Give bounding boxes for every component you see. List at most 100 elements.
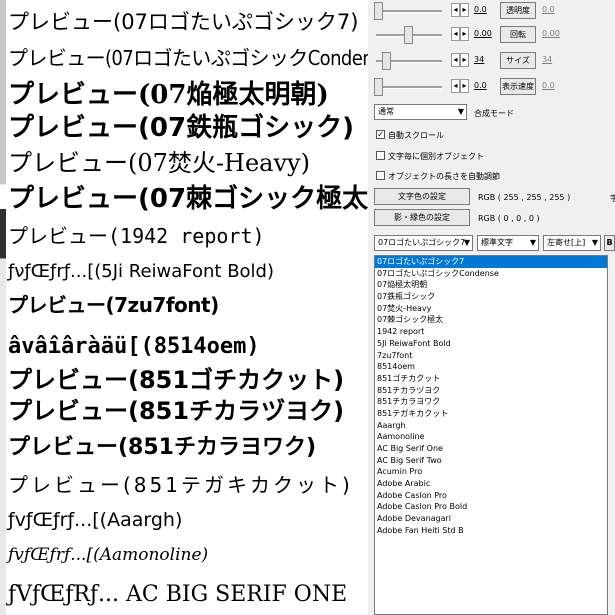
slider-track[interactable]	[376, 10, 442, 13]
font-list-item[interactable]: Adobe Caslon Pro	[375, 490, 607, 502]
arrow-left-icon[interactable]: ◂	[451, 79, 460, 93]
text-settings-panel: ◂ ▸ 0.0 透明度 0.0 ◂ ▸ 0.00 回転 0.00 ◂ ▸ 34 サイズ…	[368, 0, 615, 615]
preview-item[interactable]: プレビュー(07ロゴたいぷゴシックCondense)	[8, 48, 368, 68]
slider-right-value: 0.00	[542, 29, 560, 38]
per-char-object-label: 文字毎に個別オブジェクト	[388, 152, 484, 161]
font-list-item[interactable]: 07鉄瓶ゴシック	[375, 291, 607, 303]
font-select-value: 07ロゴたいぷゴシック7	[378, 238, 466, 247]
arrow-left-icon[interactable]: ◂	[451, 53, 460, 67]
preview-item[interactable]: プレビュー(1942 report)	[8, 226, 265, 246]
shadow-color-value: RGB ( 0 , 0 , 0 )	[478, 214, 540, 223]
auto-scroll-checkbox[interactable]: ✓	[376, 130, 385, 139]
font-list-item[interactable]: 8514oem	[375, 361, 607, 373]
slider-track[interactable]	[376, 86, 442, 89]
font-list-item[interactable]: 07焔極太明朝	[375, 279, 607, 291]
slider-row-size: ◂ ▸ 34 サイズ 34	[368, 50, 615, 72]
slider-stepper[interactable]: ◂ ▸	[451, 3, 469, 17]
font-dropdown-list[interactable]: 07ロゴたいぷゴシック7 07ロゴたいぷゴシックCondense 07焔極太明朝 07…	[374, 255, 608, 615]
slider-right-value: 0.0	[542, 81, 555, 90]
slider-row-speed: ◂ ▸ 0.0 表示速度 0.0	[368, 76, 615, 98]
preview-item[interactable]: プレビュー(851テガキカクット)	[8, 475, 353, 495]
font-list-item[interactable]: 851ゴチカクット	[375, 373, 607, 385]
arrow-right-icon[interactable]: ▸	[460, 3, 469, 17]
text-color-value: RGB ( 255 , 255 , 255 )	[478, 193, 571, 202]
font-list-item[interactable]: Adobe Fan Heiti Std B	[375, 525, 607, 537]
preview-item[interactable]: プレビュー(07焔極太明朝)	[8, 82, 329, 108]
preview-item[interactable]: プレビュー(07棘ゴシック極太)	[8, 186, 368, 212]
slider-row-rotation: ◂ ▸ 0.00 回転 0.00	[368, 24, 615, 46]
slider-value[interactable]: 0.00	[474, 29, 492, 38]
rotation-button[interactable]: 回転	[500, 26, 536, 43]
slider-stepper[interactable]: ◂ ▸	[451, 53, 469, 67]
font-list-item[interactable]: Aaargh	[375, 420, 607, 432]
slider-stepper[interactable]: ◂ ▸	[451, 79, 469, 93]
font-list-item[interactable]: AC Big Serif One	[375, 443, 607, 455]
font-list-item[interactable]: Adobe Caslon Pro Bold	[375, 501, 607, 513]
preview-item[interactable]: ƒvƒŒƒrƒ...[(Aaargh)	[8, 511, 182, 530]
opacity-button[interactable]: 透明度	[500, 2, 536, 19]
preview-item[interactable]: プレビュー(851チカラヨワク)	[8, 437, 316, 459]
font-list-item[interactable]: 1942 report	[375, 326, 607, 338]
font-list-item[interactable]: Acumin Pro	[375, 466, 607, 478]
font-list-item[interactable]: 07焚火-Heavy	[375, 303, 607, 315]
slider-thumb[interactable]	[404, 26, 413, 44]
font-select[interactable]: 07ロゴたいぷゴシック7 ▼	[374, 235, 473, 251]
font-list-item[interactable]: 851チカラヅヨク	[375, 385, 607, 397]
slider-value[interactable]: 34	[474, 55, 484, 64]
preview-item[interactable]: プレビュー(07焚火-Heavy)	[8, 151, 310, 175]
text-style-value: 標準文字	[481, 238, 513, 247]
preview-item[interactable]: ƒvƒŒƒrƒ...[(Aamonoline)	[8, 547, 208, 564]
font-list-item[interactable]: 851チカラヨワク	[375, 396, 607, 408]
font-list-item[interactable]: 5Ji ReiwaFont Bold	[375, 338, 607, 350]
text-color-button[interactable]: 文字色の設定	[374, 188, 470, 205]
arrow-left-icon[interactable]: ◂	[451, 3, 460, 17]
blend-mode-value: 通常	[378, 107, 394, 116]
arrow-right-icon[interactable]: ▸	[460, 27, 469, 41]
font-list-item[interactable]: AC Big Serif Two	[375, 455, 607, 467]
align-select[interactable]: 左寄せ[上] ▼	[543, 235, 601, 251]
arrow-right-icon[interactable]: ▸	[460, 79, 469, 93]
display-speed-button[interactable]: 表示速度	[500, 78, 536, 95]
shadow-color-button[interactable]: 影・縁色の設定	[374, 209, 470, 226]
slider-stepper[interactable]: ◂ ▸	[451, 27, 469, 41]
slider-thumb[interactable]	[374, 78, 383, 96]
slider-value[interactable]: 0.0	[474, 81, 487, 90]
font-list-item[interactable]: Adobe Devanagari	[375, 513, 607, 525]
font-list-item[interactable]: 07ロゴたいぷゴシック7	[375, 256, 607, 268]
blend-mode-label: 合成モード	[474, 109, 514, 118]
font-list-item[interactable]: 851テガキカクット	[375, 408, 607, 420]
chevron-down-icon: ▼	[591, 238, 598, 247]
blend-mode-select[interactable]: 通常 ▼	[374, 104, 467, 120]
preview-item[interactable]: プレビュー(851チカラヅヨク)	[8, 399, 344, 423]
bold-toggle-button[interactable]: B	[604, 235, 615, 251]
font-preview-popup: プレビュー(07ロゴたいぷゴシック7) プレビュー(07ロゴたいぷゴシックCon…	[6, 0, 368, 615]
auto-length-label: オブジェクトの長さを自動調節	[388, 172, 500, 181]
preview-item[interactable]: プレビュー(851ゴチカクット)	[8, 368, 344, 392]
slider-right-value: 0.0	[542, 5, 555, 14]
slider-thumb[interactable]	[374, 2, 383, 20]
text-style-select[interactable]: 標準文字 ▼	[477, 235, 539, 251]
chevron-down-icon: ▼	[457, 107, 464, 116]
font-list-item[interactable]: 07ロゴたいぷゴシックCondense	[375, 268, 607, 280]
per-char-object-checkbox[interactable]	[376, 151, 385, 160]
font-list-item[interactable]: 7zu7font	[375, 350, 607, 362]
preview-item[interactable]: プレビュー(07鉄瓶ゴシック)	[8, 115, 354, 141]
preview-item[interactable]: プレビュー(7zu7font)	[8, 295, 219, 315]
preview-item[interactable]: ƒνƒŒƒrƒ...[(5Ji ReiwaFont Bold)	[8, 263, 274, 281]
chevron-down-icon: ▼	[529, 238, 536, 247]
slider-row-opacity: ◂ ▸ 0.0 透明度 0.0	[368, 0, 615, 22]
size-button[interactable]: サイズ	[500, 52, 536, 69]
edge-char-label: 字	[610, 194, 615, 203]
preview-item[interactable]: âvâîâràäü[(8514oem)	[8, 336, 260, 358]
font-list-item[interactable]: Aamonoline	[375, 431, 607, 443]
preview-item[interactable]: ƒVƒŒƒRƒ... AC BIG SERIF ONE	[8, 584, 347, 606]
preview-item[interactable]: プレビュー(07ロゴたいぷゴシック7)	[8, 12, 358, 33]
arrow-left-icon[interactable]: ◂	[451, 27, 460, 41]
slider-thumb[interactable]	[382, 52, 391, 70]
font-list-item[interactable]: 07棘ゴシック極太	[375, 314, 607, 326]
arrow-right-icon[interactable]: ▸	[460, 53, 469, 67]
auto-length-checkbox[interactable]	[376, 171, 385, 180]
font-list-item[interactable]: Adobe Arabic	[375, 478, 607, 490]
slider-value[interactable]: 0.0	[474, 5, 487, 14]
chevron-down-icon: ▼	[463, 238, 470, 247]
